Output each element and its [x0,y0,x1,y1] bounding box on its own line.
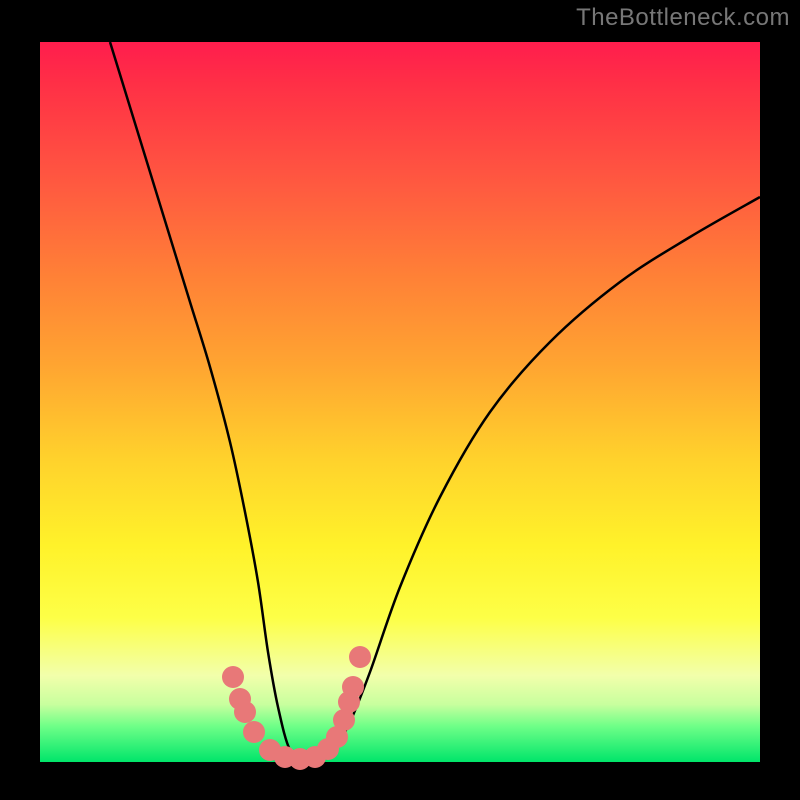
curve-marker-dot [234,701,256,723]
bottleneck-curve [110,42,760,759]
chart-svg [40,42,760,762]
curve-marker-dot [222,666,244,688]
watermark-text: TheBottleneck.com [576,4,790,32]
curve-marker-dot [243,721,265,743]
chart-stage: TheBottleneck.com [0,0,800,800]
curve-marker-dot [349,646,371,668]
curve-markers [222,646,371,770]
curve-marker-dot [342,676,364,698]
